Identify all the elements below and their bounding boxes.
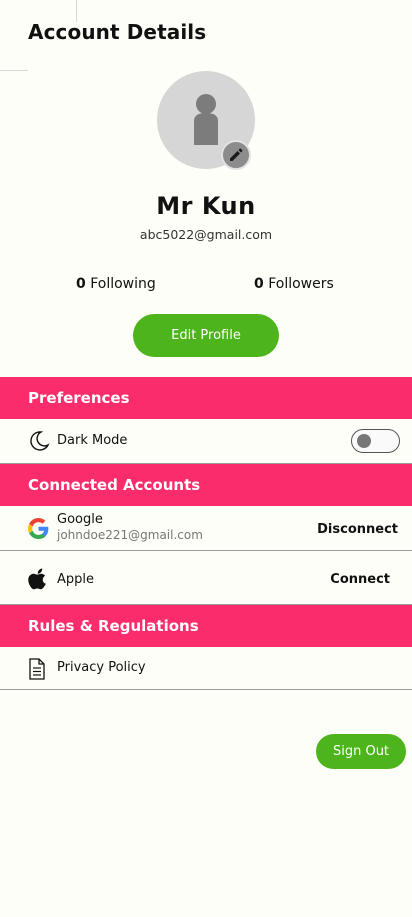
following-stat[interactable]: 0 Following	[76, 276, 156, 292]
edit-profile-button[interactable]: Edit Profile	[133, 314, 279, 357]
apple-icon	[28, 568, 46, 590]
document-icon	[29, 658, 45, 680]
page-title: Account Details	[28, 20, 207, 44]
decorative-divider	[0, 70, 28, 71]
dark-mode-row: Dark Mode	[0, 419, 412, 464]
google-account-name: Google	[57, 512, 103, 527]
followers-stat[interactable]: 0 Followers	[254, 276, 334, 292]
account-row-google: Google johndoe221@gmail.com Disconnect	[0, 506, 412, 551]
account-row-apple: Apple Connect	[0, 551, 412, 605]
moon-icon	[30, 431, 50, 451]
following-label: Following	[90, 276, 156, 292]
pencil-icon	[230, 148, 243, 161]
section-header-rules: Rules & Regulations	[0, 605, 412, 647]
followers-label: Followers	[268, 276, 334, 292]
apple-connect-button[interactable]: Connect	[330, 572, 390, 587]
dark-mode-label: Dark Mode	[57, 433, 128, 448]
google-account-email: johndoe221@gmail.com	[57, 528, 203, 542]
google-icon	[28, 518, 49, 539]
profile-email: abc5022@gmail.com	[139, 227, 273, 242]
following-count: 0	[76, 276, 86, 292]
dark-mode-toggle[interactable]	[351, 429, 400, 453]
google-disconnect-button[interactable]: Disconnect	[317, 522, 398, 537]
section-header-connected-accounts: Connected Accounts	[0, 464, 412, 506]
apple-account-name: Apple	[57, 572, 95, 587]
section-header-preferences: Preferences	[0, 377, 412, 419]
privacy-policy-label: Privacy Policy	[57, 660, 146, 675]
profile-name: Mr Kun	[156, 192, 256, 220]
edit-avatar-button[interactable]	[221, 140, 251, 170]
decorative-divider	[76, 0, 77, 22]
privacy-policy-row[interactable]: Privacy Policy	[0, 647, 412, 690]
sign-out-button[interactable]: Sign Out	[316, 734, 406, 769]
toggle-knob	[357, 434, 371, 448]
followers-count: 0	[254, 276, 264, 292]
